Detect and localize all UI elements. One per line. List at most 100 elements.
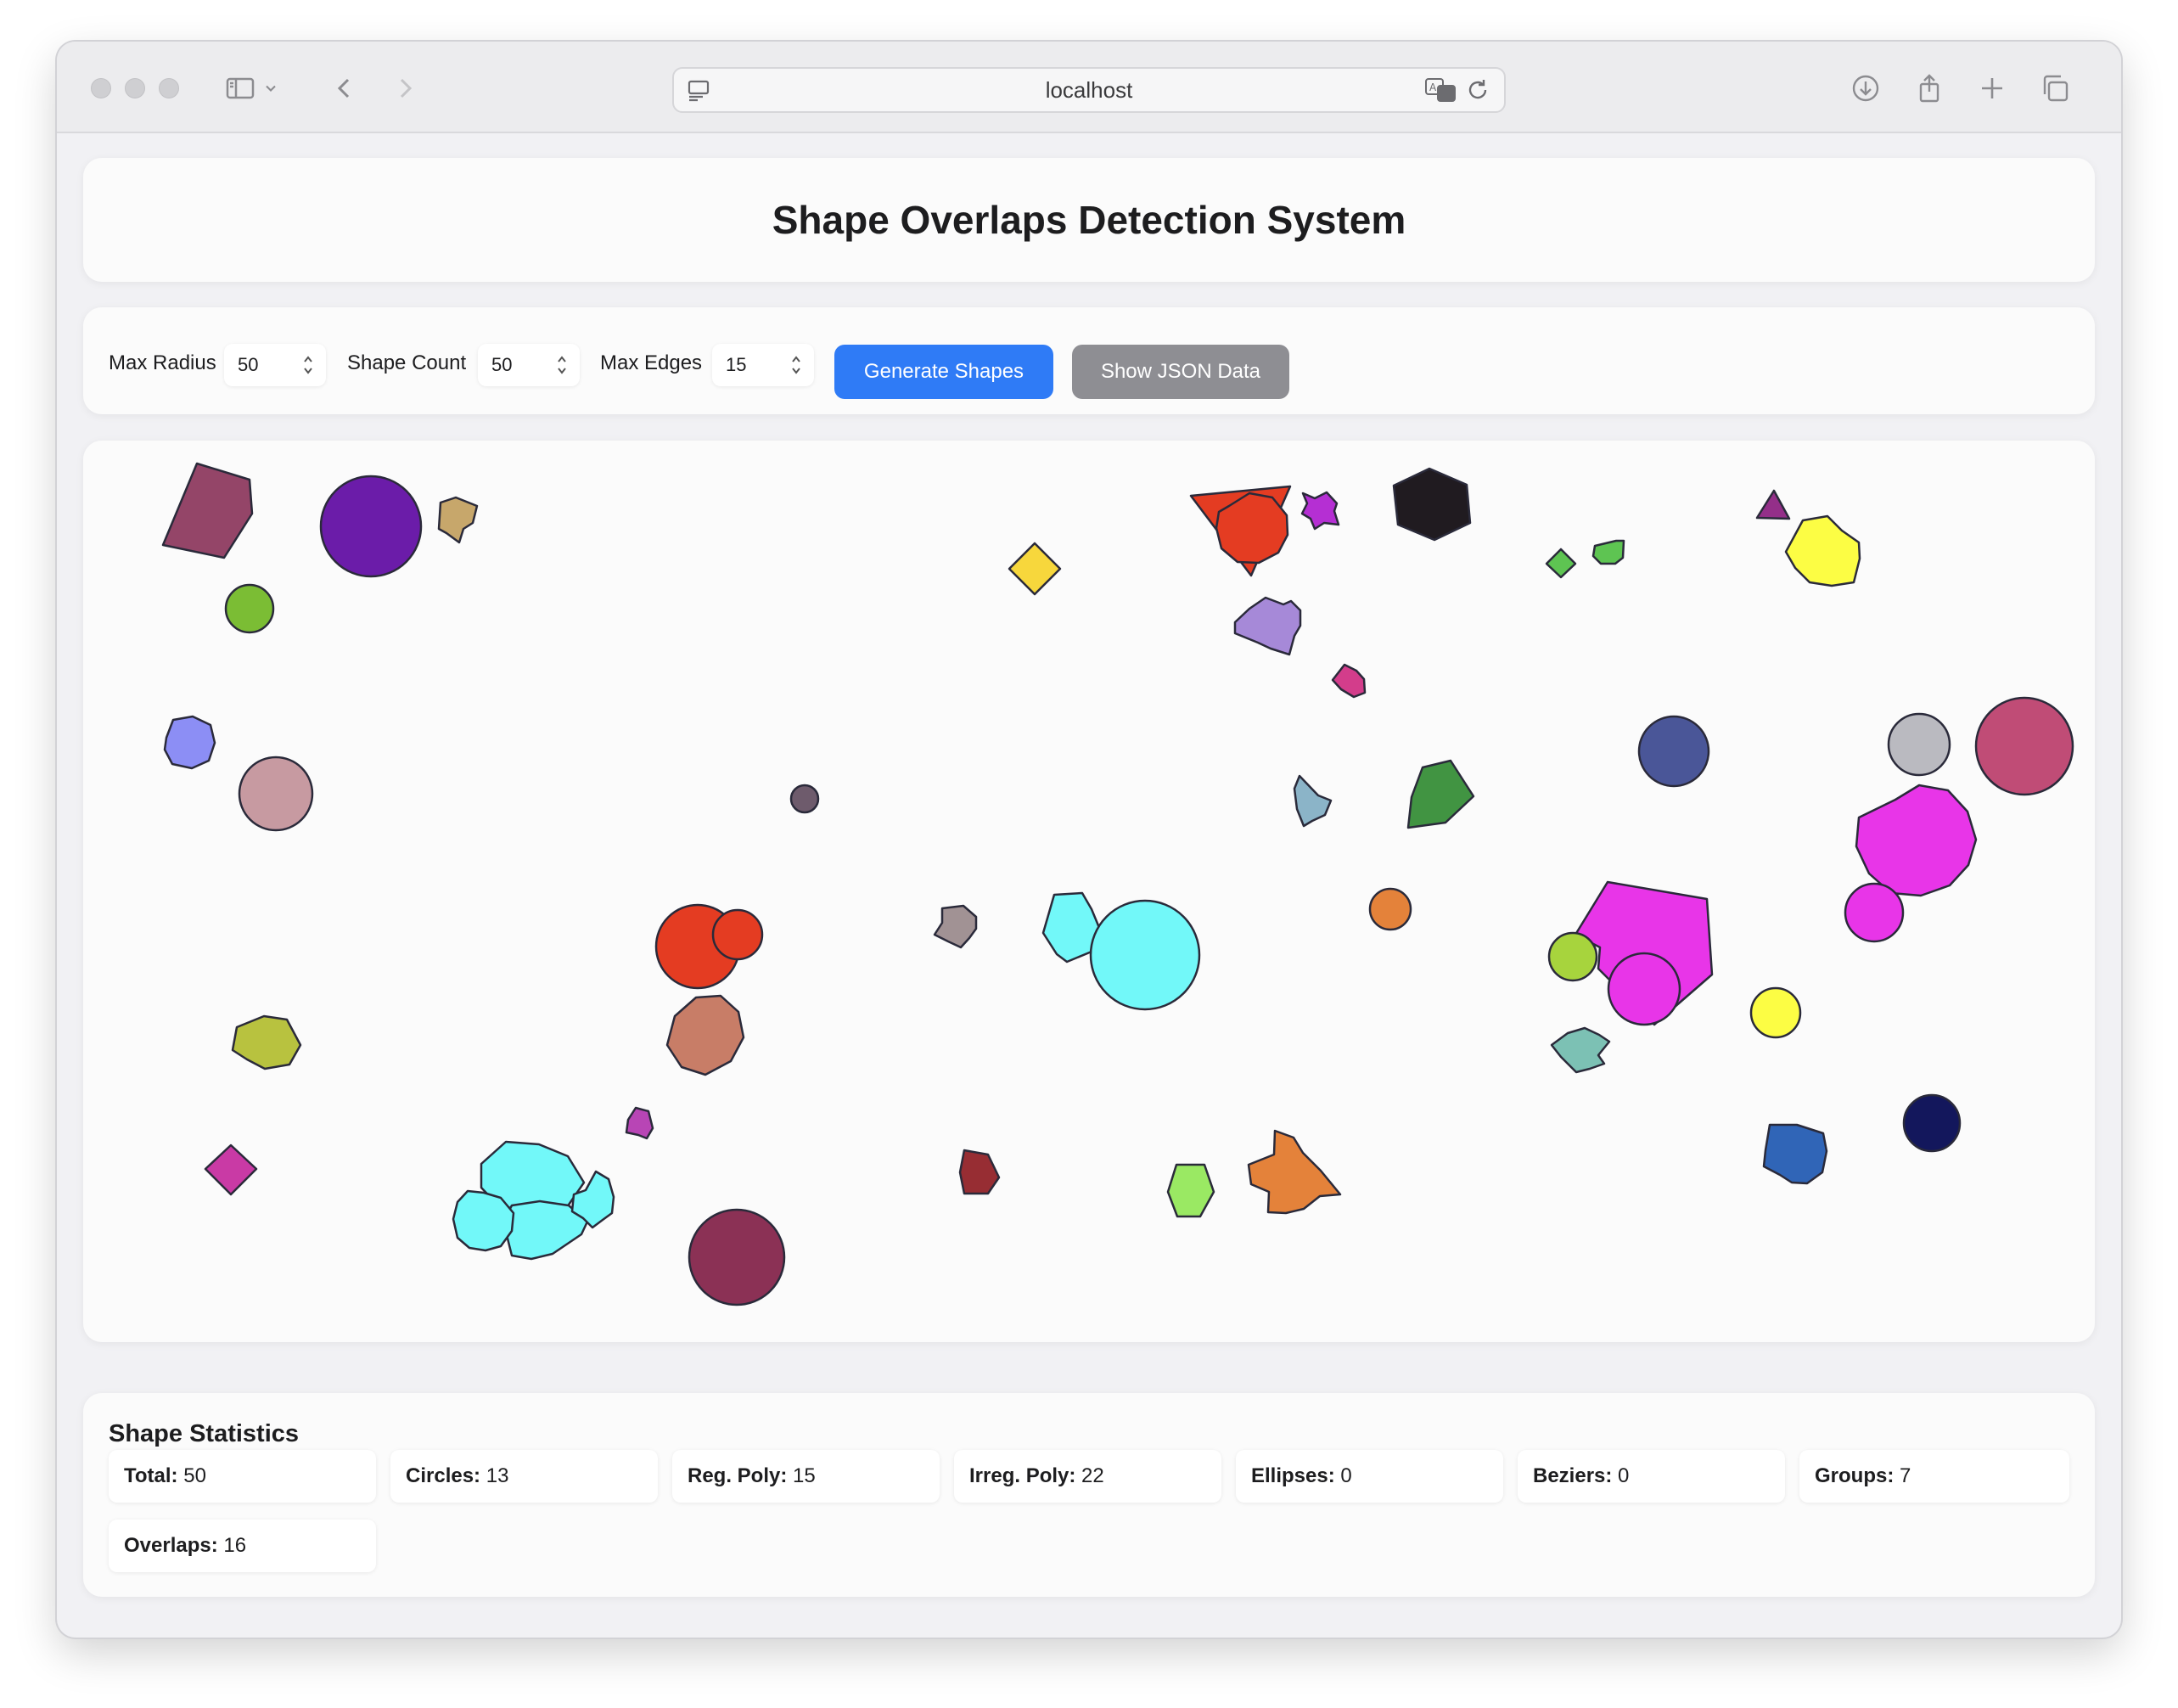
- irregular-polygon[interactable]: [1293, 774, 1333, 828]
- irregular-polygon[interactable]: [933, 904, 978, 949]
- circle[interactable]: [1749, 986, 1802, 1039]
- stat-value: 15: [793, 1464, 816, 1487]
- reload-icon[interactable]: [1465, 77, 1490, 103]
- circle[interactable]: [224, 583, 275, 634]
- stat-overlaps: Overlaps: 16: [109, 1520, 376, 1572]
- close-window-button[interactable]: [91, 78, 111, 98]
- stat-value: 0: [1340, 1464, 1352, 1487]
- stepper-icon[interactable]: [790, 354, 802, 376]
- circle[interactable]: [319, 475, 423, 578]
- tab-overview-icon[interactable]: [2035, 69, 2074, 108]
- shape-count-input[interactable]: 50: [478, 344, 580, 386]
- stepper-icon[interactable]: [556, 354, 568, 376]
- back-arrow-icon[interactable]: [325, 69, 364, 108]
- circle[interactable]: [1887, 712, 1951, 777]
- address-bar[interactable]: localhost A: [672, 67, 1506, 113]
- controls-panel: Max Radius 50 Shape Count 50 Max Edges 1…: [83, 307, 2095, 414]
- forward-arrow-icon[interactable]: [385, 69, 424, 108]
- sidebar-toggle-icon[interactable]: [221, 69, 260, 108]
- stat-value: 50: [183, 1464, 206, 1487]
- chevron-down-icon[interactable]: [258, 69, 283, 108]
- shape-statistics-panel: Shape Statistics Total: 50 Circles: 13 R…: [83, 1393, 2095, 1597]
- stat-value: 7: [1900, 1464, 1911, 1487]
- new-tab-icon[interactable]: [1973, 69, 2012, 108]
- shape-canvas-svg[interactable]: [83, 441, 2095, 1342]
- stat-value: 0: [1618, 1464, 1630, 1487]
- downloads-icon[interactable]: [1846, 69, 1885, 108]
- stat-value: 22: [1081, 1464, 1104, 1487]
- regular-polygon[interactable]: [1545, 548, 1577, 579]
- max-edges-label: Max Edges: [600, 351, 703, 374]
- minimize-window-button[interactable]: [125, 78, 145, 98]
- circle[interactable]: [1844, 882, 1905, 943]
- stat-beziers: Beziers: 0: [1518, 1450, 1785, 1503]
- generate-shapes-button[interactable]: Generate Shapes: [834, 345, 1053, 399]
- irregular-polygon[interactable]: [1233, 596, 1302, 656]
- stat-label: Ellipses:: [1251, 1464, 1335, 1487]
- shape-count-value: 50: [491, 354, 513, 375]
- circle[interactable]: [1902, 1093, 1962, 1153]
- translate-icon[interactable]: A: [1424, 76, 1457, 104]
- irregular-polygon[interactable]: [1331, 663, 1367, 699]
- stat-value: 16: [223, 1534, 247, 1557]
- stat-groups: Groups: 7: [1799, 1450, 2069, 1503]
- stats-title: Shape Statistics: [109, 1420, 300, 1447]
- irregular-polygon[interactable]: [1591, 539, 1625, 565]
- irregular-polygon[interactable]: [437, 496, 479, 544]
- stat-irregular-polygons: Irreg. Poly: 22: [954, 1450, 1221, 1503]
- irregular-polygon[interactable]: [1550, 1026, 1611, 1074]
- irregular-polygon[interactable]: [231, 1014, 302, 1070]
- irregular-polygon[interactable]: [161, 462, 254, 559]
- stat-value: 13: [486, 1464, 509, 1487]
- stat-label: Overlaps:: [124, 1534, 218, 1557]
- regular-polygon[interactable]: [1392, 467, 1472, 542]
- circle[interactable]: [711, 908, 764, 961]
- show-json-button[interactable]: Show JSON Data: [1072, 345, 1289, 399]
- max-radius-input[interactable]: 50: [224, 344, 326, 386]
- max-edges-value: 15: [726, 354, 747, 375]
- circle[interactable]: [1368, 887, 1412, 931]
- regular-polygon[interactable]: [163, 715, 216, 770]
- circle[interactable]: [238, 756, 314, 832]
- circle[interactable]: [789, 784, 820, 814]
- svg-text:A: A: [1429, 81, 1437, 93]
- max-edges-input[interactable]: 15: [712, 344, 814, 386]
- irregular-polygon[interactable]: [1406, 759, 1475, 829]
- stepper-icon[interactable]: [302, 354, 314, 376]
- share-icon[interactable]: [1910, 69, 1949, 108]
- stat-label: Beziers:: [1533, 1464, 1613, 1487]
- shape-count-label: Shape Count: [347, 351, 467, 374]
- irregular-polygon[interactable]: [1247, 1129, 1342, 1215]
- stat-label: Irreg. Poly:: [969, 1464, 1076, 1487]
- circle[interactable]: [1607, 952, 1681, 1026]
- irregular-polygon[interactable]: [1784, 514, 1861, 587]
- stat-ellipses: Ellipses: 0: [1236, 1450, 1503, 1503]
- max-radius-value: 50: [238, 354, 259, 375]
- irregular-polygon[interactable]: [1300, 491, 1340, 531]
- irregular-polygon[interactable]: [625, 1106, 654, 1140]
- zoom-window-button[interactable]: [159, 78, 179, 98]
- header-card: Shape Overlaps Detection System: [83, 158, 2095, 282]
- regular-polygon[interactable]: [665, 994, 745, 1076]
- circle[interactable]: [1547, 931, 1598, 982]
- regular-polygon[interactable]: [1855, 784, 1978, 897]
- circle[interactable]: [1974, 696, 2074, 796]
- circle[interactable]: [688, 1208, 786, 1306]
- regular-polygon[interactable]: [1755, 489, 1791, 520]
- stat-label: Reg. Poly:: [688, 1464, 788, 1487]
- stat-circles: Circles: 13: [390, 1450, 658, 1503]
- regular-polygon[interactable]: [1166, 1163, 1215, 1218]
- shape-canvas[interactable]: [83, 441, 2095, 1342]
- irregular-polygon[interactable]: [1762, 1123, 1828, 1185]
- stat-regular-polygons: Reg. Poly: 15: [672, 1450, 940, 1503]
- circle[interactable]: [1089, 899, 1201, 1011]
- max-radius-label: Max Radius: [109, 351, 216, 374]
- page-title: Shape Overlaps Detection System: [772, 198, 1406, 242]
- stat-label: Groups:: [1815, 1464, 1895, 1487]
- irregular-polygon[interactable]: [958, 1149, 1001, 1195]
- url-text: localhost: [1045, 77, 1133, 103]
- stat-label: Circles:: [406, 1464, 481, 1487]
- circle[interactable]: [1637, 715, 1710, 788]
- regular-polygon[interactable]: [204, 1143, 258, 1196]
- regular-polygon[interactable]: [1008, 542, 1062, 596]
